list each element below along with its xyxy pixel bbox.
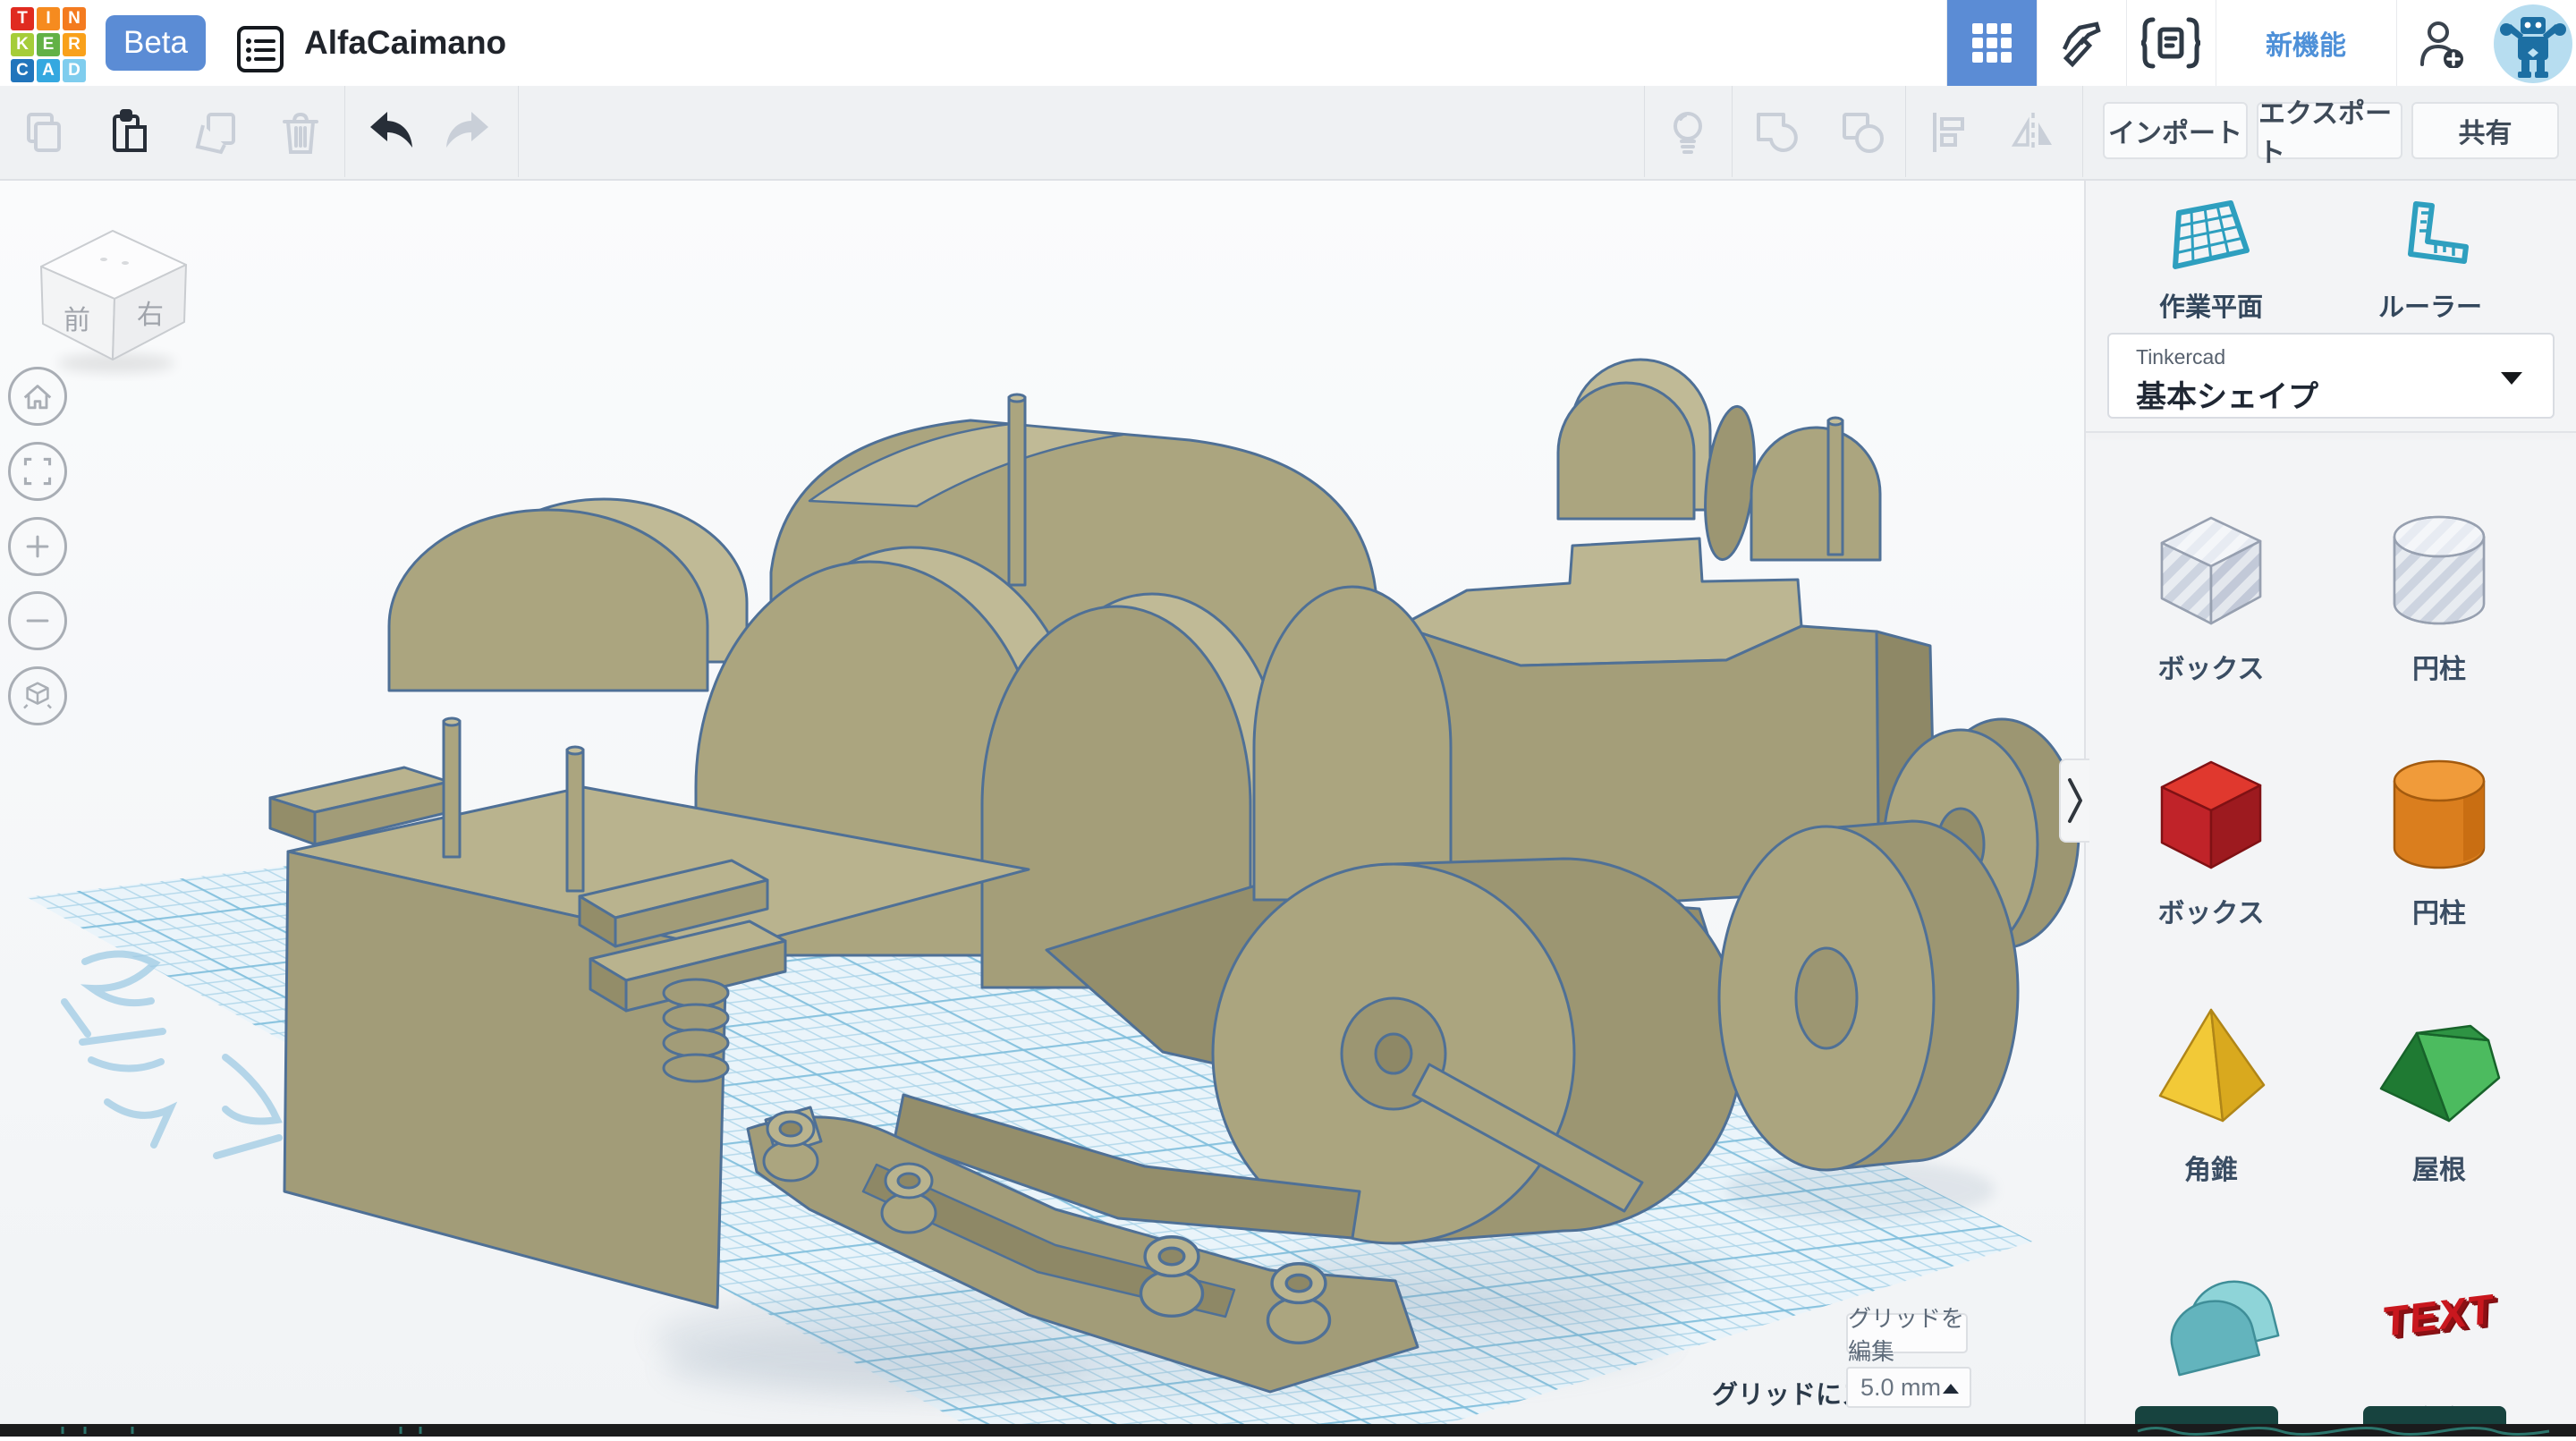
toolbar-divider — [1905, 86, 1906, 177]
zoom-out-button[interactable] — [8, 591, 67, 650]
ruler-label: ルーラー — [2378, 286, 2482, 324]
workplane-icon — [2170, 199, 2252, 275]
add-user-button[interactable] — [2397, 0, 2487, 86]
toolbar-divider — [1644, 86, 1645, 177]
app-header: TIN KER CAD Beta AlfaCaimano 新機能 — [0, 0, 2576, 87]
share-button[interactable]: 共有 — [2411, 102, 2559, 159]
shape-item-cylinder-hole[interactable]: 円柱 — [2336, 487, 2542, 686]
text-shape-preview: TEXT — [2383, 1284, 2496, 1346]
show-all-button[interactable] — [1659, 104, 1716, 161]
toolbar-divider — [2082, 86, 2083, 177]
toolbar-divider — [518, 86, 519, 177]
view-cube[interactable]: 前 右 — [41, 231, 186, 373]
avatar-robot-icon — [2494, 4, 2572, 83]
snap-grid-select[interactable]: 5.0 mm — [1846, 1367, 1971, 1408]
view-cube-right-label[interactable]: 右 — [137, 301, 164, 330]
view-cube-front-label[interactable]: 前 — [64, 306, 90, 335]
snap-grid-value: 5.0 mm — [1860, 1374, 1941, 1402]
library-name: 基本シェイプ — [2136, 372, 2318, 416]
ruler-icon — [2389, 199, 2471, 275]
shape-item-peek — [2363, 1406, 2506, 1424]
ungroup-button[interactable] — [1834, 104, 1891, 161]
edit-grid-button[interactable]: グリッドを編集 — [1846, 1313, 1968, 1353]
caret-up-icon — [1943, 1384, 1959, 1394]
add-user-icon — [2417, 18, 2467, 68]
edit-toolbar: インポート エクスポート 共有 — [0, 86, 2576, 181]
duplicate-button[interactable] — [187, 104, 244, 161]
tinkercad-logo[interactable]: TIN KER CAD — [11, 7, 86, 82]
beta-badge[interactable]: Beta — [106, 15, 206, 71]
export-button[interactable]: エクスポート — [2257, 102, 2402, 159]
minecraft-pickaxe-icon — [2056, 18, 2106, 68]
shape-item-box-hole[interactable]: ボックス — [2108, 487, 2314, 686]
window-bottom-bar — [0, 1424, 2576, 1437]
library-source: Tinkercad — [2136, 345, 2225, 369]
scene: 前 右 — [0, 179, 2089, 1424]
whats-new-link[interactable]: 新機能 — [2216, 0, 2395, 86]
mirror-button[interactable] — [2004, 104, 2062, 161]
design-properties-icon[interactable] — [234, 23, 286, 75]
3d-viewport[interactable]: 前 右 グリッドを編集 グリッドにスナップ 5.0 mm — [0, 179, 2089, 1424]
zoom-in-button[interactable] — [8, 517, 67, 576]
redo-button[interactable] — [441, 104, 498, 161]
paste-button[interactable] — [101, 104, 158, 161]
chevron-down-icon — [2501, 372, 2522, 385]
delete-button[interactable] — [272, 104, 329, 161]
shape-library-dropdown[interactable]: Tinkercad 基本シェイプ — [2107, 333, 2555, 419]
minecraft-tab[interactable] — [2038, 0, 2125, 86]
toolbar-divider — [344, 86, 345, 177]
panel-divider — [2086, 431, 2576, 433]
group-button[interactable] — [1748, 104, 1805, 161]
shape-item-cylinder[interactable]: 円柱 — [2336, 732, 2542, 930]
copy-button[interactable] — [14, 104, 72, 161]
shapes-panel: 作業平面 ルーラー Tinkercad 基本シェイプ ボックス — [2084, 179, 2576, 1424]
panel-collapse-button[interactable] — [2059, 759, 2089, 843]
avatar[interactable] — [2494, 4, 2572, 83]
ruler-tool[interactable]: ルーラー — [2341, 199, 2520, 324]
home-view-button[interactable] — [8, 367, 67, 426]
workplane-label: 作業平面 — [2159, 286, 2263, 324]
perspective-toggle-button[interactable] — [8, 666, 67, 725]
chevron-right-icon — [2063, 769, 2087, 832]
shape-item-pyramid[interactable]: 角錐 — [2108, 988, 2314, 1187]
dashboard-tab[interactable] — [1947, 0, 2037, 86]
codeblocks-tab[interactable] — [2127, 0, 2215, 86]
shape-item-roof[interactable]: 屋根 — [2336, 988, 2542, 1187]
align-button[interactable] — [1920, 104, 1978, 161]
import-button[interactable]: インポート — [2103, 102, 2248, 159]
codeblocks-icon — [2139, 16, 2203, 70]
undo-button[interactable] — [360, 104, 418, 161]
shape-item-peek — [2135, 1406, 2278, 1424]
design-title[interactable]: AlfaCaimano — [304, 0, 506, 86]
toolbar-divider — [1732, 86, 1733, 177]
shape-item-box[interactable]: ボックス — [2108, 732, 2314, 930]
fit-view-button[interactable] — [8, 442, 67, 501]
workplane-tool[interactable]: 作業平面 — [2122, 199, 2301, 324]
dashboard-grid-icon — [1971, 22, 2012, 64]
